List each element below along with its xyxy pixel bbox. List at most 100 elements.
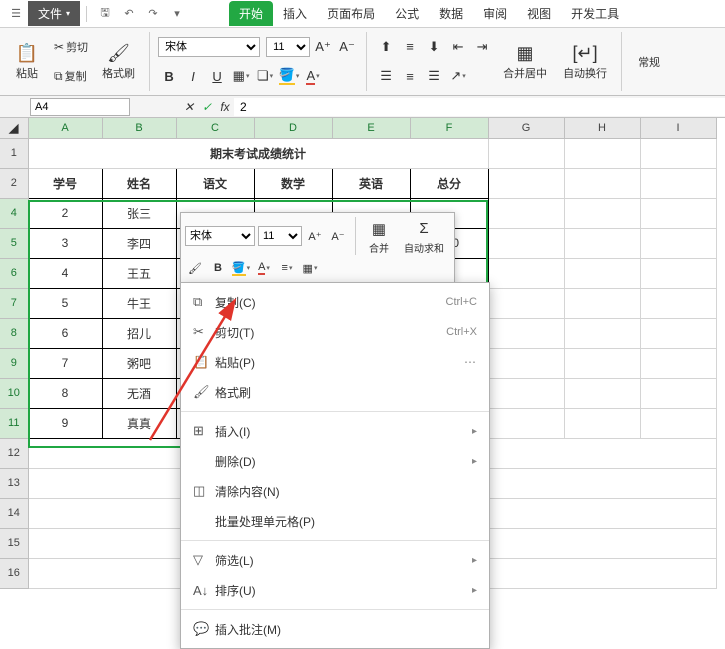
col-header-E[interactable]: E <box>332 118 410 138</box>
tab-pagelayout[interactable]: 页面布局 <box>317 1 385 26</box>
col-header-F[interactable]: F <box>410 118 488 138</box>
cell[interactable] <box>488 168 564 198</box>
cell[interactable] <box>488 318 564 348</box>
cell[interactable] <box>640 138 716 168</box>
undo-icon[interactable]: ↶ <box>121 6 137 22</box>
ctx-paste[interactable]: 📋 粘贴(P) ⋯ <box>181 347 489 377</box>
fontcolor-button[interactable]: A <box>302 66 324 86</box>
row-header[interactable]: 8 <box>0 318 28 348</box>
header-cell[interactable]: 姓名 <box>102 168 176 198</box>
row-header[interactable]: 10 <box>0 378 28 408</box>
cell[interactable] <box>640 258 716 288</box>
direction-icon[interactable]: ↗ <box>447 66 469 86</box>
fx-icon[interactable]: fx <box>216 100 234 114</box>
cell[interactable] <box>564 258 640 288</box>
cell[interactable] <box>488 348 564 378</box>
indent-more-icon[interactable]: ⇥ <box>471 37 493 57</box>
header-cell[interactable]: 学号 <box>28 168 102 198</box>
grow-font-icon[interactable]: A⁺ <box>312 37 334 57</box>
cell[interactable]: 王五 <box>102 258 176 288</box>
cellstyle-button[interactable]: ❏ <box>254 66 276 86</box>
cell[interactable]: 招儿 <box>102 318 176 348</box>
row-header[interactable]: 4 <box>0 198 28 228</box>
redo-icon[interactable]: ↷ <box>145 6 161 22</box>
cell[interactable] <box>564 168 640 198</box>
row-header[interactable]: 6 <box>0 258 28 288</box>
general-button[interactable]: 常规 <box>628 32 670 91</box>
mini-merge-button[interactable]: ▦合并 <box>363 218 395 255</box>
row-header[interactable]: 13 <box>0 468 28 498</box>
borders-button[interactable]: ▦ <box>300 258 320 278</box>
row-header[interactable]: 7 <box>0 288 28 318</box>
row-header[interactable]: 5 <box>0 228 28 258</box>
bold-button[interactable]: B <box>158 66 180 86</box>
indent-less-icon[interactable]: ⇤ <box>447 37 469 57</box>
col-header-B[interactable]: B <box>102 118 176 138</box>
cell[interactable]: 8 <box>28 378 102 408</box>
row-header[interactable]: 2 <box>0 168 28 198</box>
row-header[interactable]: 9 <box>0 348 28 378</box>
align-middle-icon[interactable]: ≡ <box>399 37 421 57</box>
tab-review[interactable]: 审阅 <box>473 1 517 26</box>
cell[interactable] <box>488 378 564 408</box>
cell[interactable] <box>564 228 640 258</box>
tab-view[interactable]: 视图 <box>517 1 561 26</box>
font-name-select[interactable]: 宋体 <box>158 37 260 57</box>
tab-insert[interactable]: 插入 <box>273 1 317 26</box>
grow-font-icon[interactable]: A⁺ <box>305 226 325 246</box>
col-header-G[interactable]: G <box>488 118 564 138</box>
align-bottom-icon[interactable]: ⬇ <box>423 37 445 57</box>
mini-autosum-button[interactable]: Σ自动求和 <box>398 218 450 255</box>
paste-button[interactable]: 📋 粘贴 <box>6 32 48 91</box>
fillcolor-button[interactable]: 🪣 <box>231 258 251 278</box>
font-size-select[interactable]: 11 <box>266 37 310 57</box>
ctx-formatpainter[interactable]: 🖌 格式刷 <box>181 377 489 407</box>
copy-button[interactable]: ⧉复制 <box>50 67 92 85</box>
formatpainter-icon[interactable]: 🖌 <box>185 258 205 278</box>
ctx-sort[interactable]: A↓ 排序(U) ▸ <box>181 575 489 605</box>
row-header[interactable]: 12 <box>0 438 28 468</box>
cell[interactable]: 张三 <box>102 198 176 228</box>
align-right-icon[interactable]: ☰ <box>423 66 445 86</box>
align-button[interactable]: ≡ <box>277 258 297 278</box>
cell[interactable] <box>564 348 640 378</box>
cell[interactable] <box>564 138 640 168</box>
cell[interactable]: 5 <box>28 288 102 318</box>
cell[interactable]: 2 <box>28 198 102 228</box>
cell[interactable] <box>640 408 716 438</box>
cut-button[interactable]: ✂剪切 <box>50 38 92 56</box>
cell[interactable]: 6 <box>28 318 102 348</box>
formatpainter-button[interactable]: 🖌 格式刷 <box>94 32 143 91</box>
menu-file[interactable]: 文件 <box>28 1 80 26</box>
cell[interactable] <box>564 288 640 318</box>
cell[interactable] <box>564 378 640 408</box>
cell[interactable] <box>488 198 564 228</box>
italic-button[interactable]: I <box>182 66 204 86</box>
tab-devtools[interactable]: 开发工具 <box>561 1 629 26</box>
header-cell[interactable]: 语文 <box>176 168 254 198</box>
header-cell[interactable]: 数学 <box>254 168 332 198</box>
shrink-font-icon[interactable]: A⁻ <box>328 226 348 246</box>
cell[interactable] <box>564 198 640 228</box>
cell[interactable]: 4 <box>28 258 102 288</box>
cell[interactable]: 无酒 <box>102 378 176 408</box>
cell[interactable] <box>488 408 564 438</box>
name-box[interactable] <box>30 98 130 116</box>
cell[interactable] <box>640 348 716 378</box>
borders-button[interactable]: ▦ <box>230 66 252 86</box>
row-header[interactable]: 11 <box>0 408 28 438</box>
title-cell[interactable]: 期末考试成绩统计 <box>28 138 488 168</box>
cell[interactable]: 真真 <box>102 408 176 438</box>
ctx-clear[interactable]: ◫ 清除内容(N) <box>181 476 489 506</box>
align-left-icon[interactable]: ☰ <box>375 66 397 86</box>
ctx-filter[interactable]: ▽ 筛选(L) ▸ <box>181 545 489 575</box>
cell[interactable] <box>488 228 564 258</box>
col-header-I[interactable]: I <box>640 118 716 138</box>
header-cell[interactable]: 英语 <box>332 168 410 198</box>
col-header-H[interactable]: H <box>564 118 640 138</box>
cell[interactable]: 7 <box>28 348 102 378</box>
cell[interactable] <box>640 198 716 228</box>
ctx-insert[interactable]: ⊞ 插入(I) ▸ <box>181 416 489 446</box>
tab-start[interactable]: 开始 <box>229 1 273 26</box>
cell[interactable] <box>640 318 716 348</box>
